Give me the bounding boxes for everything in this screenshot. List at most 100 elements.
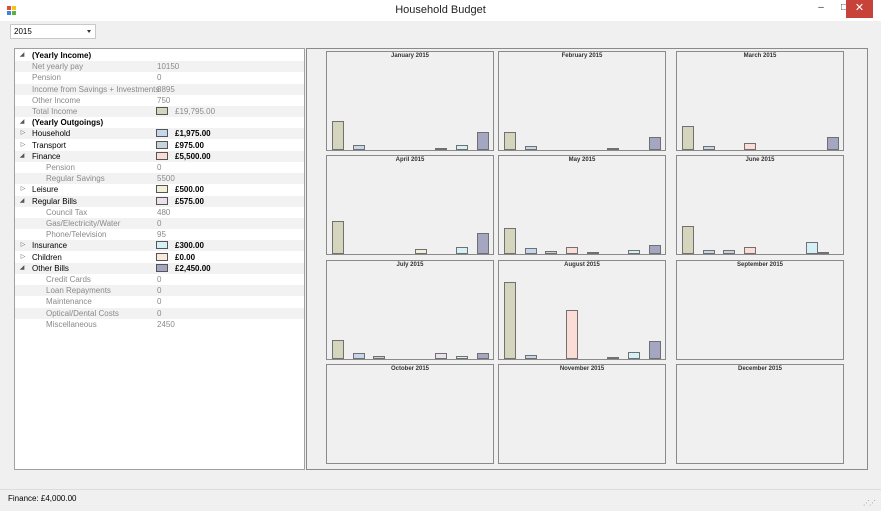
tree-row[interactable]: Phone/Television 95	[15, 229, 304, 240]
tree-row[interactable]: ▷ Leisure £500.00	[15, 184, 304, 195]
tree-row-value: 750	[157, 95, 171, 105]
bar-other-bills	[649, 136, 661, 150]
tree-row[interactable]: Credit Cards 0	[15, 274, 304, 285]
expand-arrow-icon[interactable]: ▷	[19, 141, 27, 148]
color-swatch	[156, 129, 168, 138]
year-select[interactable]: 2015	[10, 24, 96, 39]
tree-row-label: Total Income	[32, 107, 78, 116]
collapse-arrow-icon[interactable]: ◢	[18, 152, 26, 159]
bar-household	[525, 247, 537, 254]
tree-row[interactable]: Total Income £19,795.00	[15, 106, 304, 117]
month-chart-title: October 2015	[390, 366, 430, 372]
tree-row[interactable]: ▷ Transport £975.00	[15, 140, 304, 151]
window-title: Household Budget	[395, 4, 486, 16]
tree-row-value: £500.00	[175, 185, 204, 195]
tree-row[interactable]: ◢ Regular Bills £575.00	[15, 195, 304, 207]
tree-row[interactable]: Other Income 750	[15, 95, 304, 106]
bar-insurance	[456, 144, 468, 150]
color-swatch	[156, 263, 168, 272]
tree-row[interactable]: ▷ Household £1,975.00	[15, 128, 304, 140]
month-chart-title: August 2015	[564, 262, 600, 268]
color-swatch	[156, 151, 168, 160]
tree-row-label: Transport	[32, 140, 66, 150]
month-chart: March 2015	[676, 51, 844, 151]
bar-income	[682, 126, 694, 150]
expand-arrow-icon[interactable]: ▷	[19, 253, 27, 260]
month-chart-title: December 2015	[737, 366, 783, 372]
tree-row[interactable]: Maintenance 0	[15, 296, 304, 307]
bar-household	[703, 249, 715, 254]
bar-income	[504, 227, 516, 254]
tree-row-label: Phone/Television	[46, 230, 107, 240]
tree-row-label: Regular Savings	[46, 174, 105, 184]
collapse-arrow-icon[interactable]: ◢	[18, 197, 26, 204]
bar-household	[525, 354, 537, 359]
bar-household	[353, 144, 365, 150]
bar-leisure	[415, 248, 427, 254]
tree-row-value: 5500	[157, 174, 175, 184]
month-chart: September 2015	[676, 260, 844, 360]
minimize-button[interactable]: –	[810, 0, 832, 18]
bar-transport	[373, 356, 385, 359]
expand-arrow-icon[interactable]: ▷	[19, 129, 27, 136]
tree-row[interactable]: Regular Savings 5500	[15, 173, 304, 185]
bar-insurance	[628, 351, 640, 359]
tree-row[interactable]: Miscellaneous 2450	[15, 319, 304, 330]
tree-row[interactable]: Loan Repayments 0	[15, 285, 304, 297]
tree-row[interactable]: Optical/Dental Costs 0	[15, 307, 304, 319]
tree-row-label: Optical/Dental Costs	[46, 308, 119, 318]
month-chart-title: June 2015	[745, 157, 775, 163]
tree-row-value: 480	[157, 207, 171, 217]
tree-row[interactable]: ◢ Finance £5,500.00	[15, 150, 304, 162]
tree-row-label: Credit Cards	[46, 275, 91, 284]
tree-row[interactable]: ◢ (Yearly Income)	[15, 50, 304, 61]
tree-row[interactable]: Pension 0	[15, 162, 304, 173]
tree-row-value: 0	[157, 163, 162, 172]
month-chart: July 2015	[326, 260, 494, 360]
tree-row-value: £575.00	[175, 196, 204, 206]
tree-row[interactable]: ▷ Children £0.00	[15, 252, 304, 263]
tree-row-label: Gas/Electricity/Water	[46, 219, 121, 228]
bar-other-bills	[649, 245, 661, 254]
month-chart: December 2015	[676, 364, 844, 464]
month-chart: August 2015	[498, 260, 666, 360]
bar-income	[332, 339, 344, 359]
tree-row-label: Loan Repayments	[46, 286, 111, 296]
tree-row-value: £5,500.00	[175, 151, 211, 161]
bar-children	[817, 252, 829, 254]
color-swatch	[156, 252, 168, 261]
month-chart-title: May 2015	[568, 157, 596, 163]
tree-row-value: 0	[157, 219, 162, 228]
tree-row[interactable]: ▷ Insurance £300.00	[15, 240, 304, 252]
tree-row[interactable]: Gas/Electricity/Water 0	[15, 218, 304, 229]
tree-row[interactable]: Net yearly pay 10150	[15, 61, 304, 73]
month-chart-title: April 2015	[395, 157, 425, 163]
bar-insurance	[456, 246, 468, 254]
bar-transport	[723, 249, 735, 254]
tree-row-value: 0	[157, 73, 162, 83]
tree-row[interactable]: ◢ Other Bills £2,450.00	[15, 262, 304, 274]
tree-row[interactable]: Pension 0	[15, 72, 304, 83]
tree-row[interactable]: Income from Savings + Investments 8895	[15, 83, 304, 95]
tree-row-value: 8895	[157, 84, 175, 94]
close-button[interactable]: ✕	[846, 0, 873, 18]
month-chart: June 2015	[676, 155, 844, 255]
tree-row-value: £300.00	[175, 241, 204, 251]
tree-row-label: Other Income	[32, 95, 81, 105]
monthly-charts-panel: January 2015 February 2015 March 2015 April…	[306, 48, 868, 470]
expand-arrow-icon[interactable]: ▷	[19, 241, 27, 248]
tree-row[interactable]: Council Tax 480	[15, 207, 304, 218]
budget-tree[interactable]: ◢ (Yearly Income) Net yearly pay 10150 Pensi…	[14, 48, 305, 470]
collapse-arrow-icon[interactable]: ◢	[18, 51, 26, 58]
expand-arrow-icon[interactable]: ▷	[19, 185, 27, 192]
resize-grip-icon[interactable]: ⋰⋰	[863, 499, 876, 507]
collapse-arrow-icon[interactable]: ◢	[18, 264, 26, 271]
chevron-down-icon[interactable]	[87, 30, 91, 33]
tree-row[interactable]: ◢ (Yearly Outgoings)	[15, 117, 304, 128]
bar-leisure	[587, 252, 599, 254]
tree-row-value: 0	[157, 275, 162, 284]
tree-row-value: 95	[157, 230, 166, 240]
bar-transport	[545, 251, 557, 254]
collapse-arrow-icon[interactable]: ◢	[18, 118, 26, 125]
month-chart: January 2015	[326, 51, 494, 151]
